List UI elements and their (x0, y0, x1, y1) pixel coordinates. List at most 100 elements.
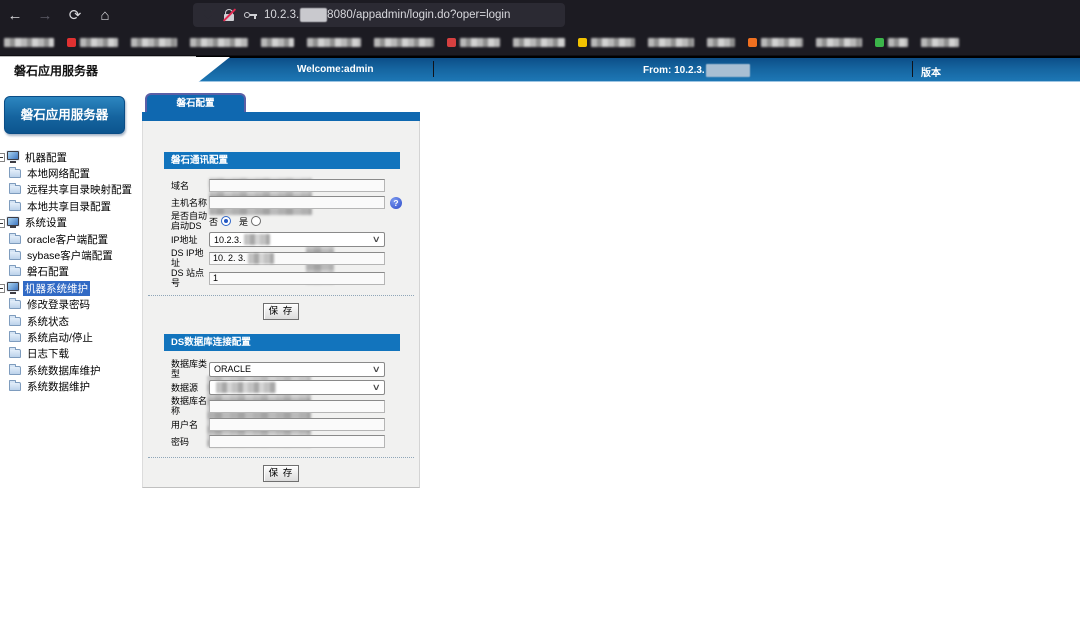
field-value: 10.2.3. (214, 234, 242, 245)
folder-icon (9, 298, 21, 310)
field-label: DS IP地址 (171, 248, 204, 268)
bookmark-redaction (816, 38, 862, 47)
radio-button[interactable] (251, 216, 262, 226)
home-icon[interactable]: ⌂ (90, 7, 120, 24)
bookmark-item[interactable] (190, 38, 248, 47)
reload-icon[interactable]: ⟳ (60, 6, 90, 24)
text-input[interactable] (209, 399, 385, 413)
field-control (209, 196, 385, 209)
bookmark-redaction (374, 38, 434, 47)
sidebar-item-2[interactable]: 远程共享目录映射配置 (0, 182, 140, 198)
computer-icon (7, 216, 20, 229)
forward-icon[interactable]: → (30, 7, 60, 24)
field-control: 10.2.3. ∨ (209, 232, 385, 247)
sidebar-item-7[interactable]: 磐石配置 (0, 264, 140, 280)
value-redaction (247, 252, 274, 264)
bookmark-redaction (761, 38, 803, 47)
form-row: 数据库类型 ORACLE ∨ (171, 359, 419, 379)
sidebar-item-0[interactable]: 机器配置 (0, 149, 140, 165)
text-input[interactable]: 1 (209, 271, 385, 285)
field-label: 数据源 (171, 382, 199, 393)
sidebar-item-label: 系统启动/停止 (27, 331, 93, 344)
text-input[interactable] (209, 196, 385, 209)
text-input[interactable] (209, 179, 385, 192)
from-text: From: 10.2.3. (643, 64, 750, 77)
bookmark-item[interactable] (131, 38, 177, 47)
bookmark-item[interactable] (578, 38, 635, 47)
sidebar-item-10[interactable]: 系统状态 (0, 313, 140, 329)
bookmark-item[interactable] (648, 38, 694, 47)
bookmark-redaction (888, 38, 908, 47)
sidebar-item-11[interactable]: 系统启动/停止 (0, 329, 140, 345)
field-control (209, 179, 385, 192)
tree-expander-icon[interactable] (0, 284, 5, 294)
sidebar-item-13[interactable]: 系统数据库维护 (0, 362, 140, 378)
sidebar-item-label: 系统状态 (27, 315, 69, 328)
tree-expander-icon[interactable] (0, 153, 5, 162)
select-field[interactable]: 10.2.3. ∨ (209, 232, 385, 247)
insecure-lock-icon[interactable] (222, 8, 237, 22)
save-button[interactable]: 保 存 (262, 303, 300, 320)
sidebar-item-5[interactable]: oracle客户端配置 (0, 231, 140, 247)
sidebar-item-4[interactable]: 系统设置 (0, 215, 140, 231)
version-link[interactable]: 版本 (921, 64, 941, 79)
sidebar-item-8[interactable]: 机器系统维护 (0, 280, 140, 296)
folder-icon (9, 363, 21, 375)
text-input[interactable] (209, 435, 385, 448)
form-row: 是否自动启动DS 否是 (171, 211, 419, 231)
sidebar-item-9[interactable]: 修改登录密码 (0, 297, 140, 313)
bookmark-favicon (748, 38, 757, 47)
sidebar-item-6[interactable]: sybase客户端配置 (0, 247, 140, 263)
bookmark-item[interactable] (447, 38, 500, 47)
sidebar-item-label: oracle客户端配置 (27, 233, 109, 246)
sidebar-item-label: 系统数据库维护 (27, 364, 101, 377)
url-redaction (300, 8, 328, 22)
screen: ← → ⟳ ⌂ 10.2.3. 8080/appadmin/login.do?o… (0, 0, 1080, 639)
folder-icon (9, 249, 21, 261)
bookmark-item[interactable] (921, 38, 959, 47)
field-label: 主机名称 (171, 197, 208, 208)
select-field[interactable]: ORACLE ∨ (209, 361, 385, 377)
sidebar-item-label: 机器系统维护 (23, 280, 90, 296)
shield-icon[interactable] (201, 8, 215, 22)
bookmark-item[interactable] (4, 38, 54, 47)
bookmark-favicon (875, 38, 884, 47)
bookmark-redaction (513, 38, 565, 47)
bookmark-item[interactable] (307, 38, 361, 47)
tab-panshi-config[interactable]: 磐石配置 (145, 93, 246, 113)
bookmark-item[interactable] (748, 38, 803, 47)
tree-expander-icon[interactable] (0, 218, 5, 228)
form-row: 数据源 ∨ (171, 379, 419, 396)
header-divider (912, 61, 913, 77)
bookmark-item[interactable] (875, 38, 908, 47)
bookmark-item[interactable] (816, 38, 862, 47)
field-label: 用户名 (171, 419, 199, 430)
field-control (209, 418, 385, 431)
back-icon[interactable]: ← (0, 7, 30, 24)
key-icon (243, 8, 257, 22)
sidebar-item-3[interactable]: 本地共享目录配置 (0, 198, 140, 214)
sidebar-item-1[interactable]: 本地网络配置 (0, 165, 140, 181)
url-bar[interactable]: 10.2.3. 8080/appadmin/login.do?oper=logi… (193, 3, 565, 27)
save-button[interactable]: 保 存 (262, 465, 300, 482)
text-input[interactable]: 10. 2. 3. (209, 251, 385, 265)
bookmark-redaction (707, 38, 735, 47)
bookmark-item[interactable] (67, 38, 118, 47)
field-value: 10. 2. 3. (213, 253, 246, 263)
sidebar-item-12[interactable]: 日志下载 (0, 346, 140, 362)
folder-icon (9, 380, 21, 392)
form-row: 用户名 (171, 416, 419, 433)
bookmark-item[interactable] (374, 38, 434, 47)
radio-button[interactable] (221, 216, 232, 226)
field-label: 是否自动启动DS (171, 211, 208, 231)
help-icon[interactable]: ? (390, 196, 402, 209)
field-control (209, 399, 385, 413)
select-field[interactable]: ∨ (209, 380, 385, 395)
text-input[interactable] (209, 418, 385, 431)
bookmark-item[interactable] (261, 38, 294, 47)
folder-icon (9, 314, 21, 326)
section-header: 磐石通讯配置 (164, 152, 400, 169)
bookmark-item[interactable] (707, 38, 735, 47)
sidebar-item-14[interactable]: 系统数据维护 (0, 378, 140, 394)
bookmark-item[interactable] (513, 38, 565, 47)
